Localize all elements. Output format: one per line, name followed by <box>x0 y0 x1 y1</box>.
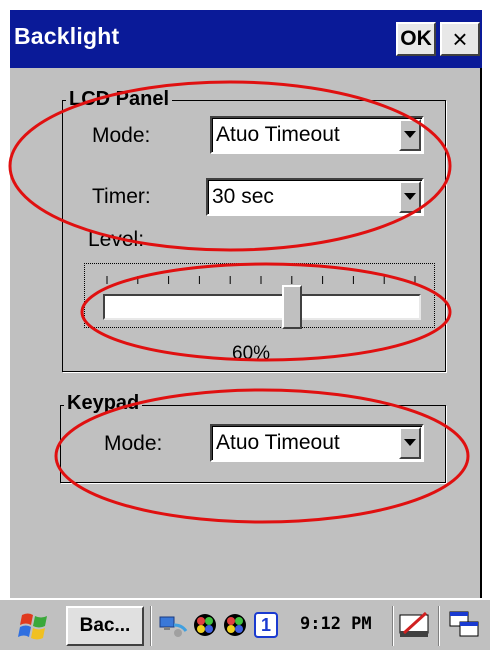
taskbar-separator <box>150 606 152 646</box>
keypad-mode-dropdown[interactable]: Atuo Timeout <box>210 424 424 462</box>
clock[interactable]: 9:12 PM <box>300 614 372 634</box>
taskbar-backlight-button[interactable]: Bac... <box>66 606 144 646</box>
lcd-timer-label: Timer: <box>92 185 151 208</box>
keypad-mode-value: Atuo Timeout <box>216 431 340 454</box>
windows-flag-icon <box>18 613 47 640</box>
input-mode-badge-text: 1 <box>260 614 271 635</box>
lcd-mode-value: Atuo Timeout <box>216 123 340 146</box>
keypad-mode-label: Mode: <box>104 432 163 455</box>
lcd-panel-heading: LCD Panel <box>66 88 173 110</box>
keypad-heading: Keypad <box>64 392 143 414</box>
lcd-mode-label: Mode: <box>92 124 151 147</box>
slider-ticks <box>106 276 416 284</box>
lcd-mode-dropdown[interactable]: Atuo Timeout <box>210 116 424 154</box>
level-percentage: 60% <box>232 343 271 364</box>
input-panel-icon[interactable] <box>398 609 432 641</box>
chevron-down-icon[interactable] <box>399 181 421 213</box>
lcd-timer-dropdown[interactable]: 30 sec <box>206 178 424 216</box>
level-slider[interactable] <box>84 263 435 329</box>
lcd-level-label: Level: <box>88 228 145 251</box>
title-bar: Backlight OK × <box>10 10 482 68</box>
lcd-timer-value: 30 sec <box>212 185 274 208</box>
window-title: Backlight <box>14 23 120 49</box>
input-mode-badge[interactable]: 1 <box>254 612 278 638</box>
screen: Backlight OK × LCD Panel Mode: Atuo Time… <box>0 0 490 650</box>
ok-button[interactable]: OK <box>396 22 436 56</box>
color-wheel-icon[interactable] <box>192 611 218 639</box>
taskbar-separator <box>438 606 440 646</box>
network-icon[interactable] <box>158 611 188 639</box>
slider-thumb[interactable] <box>281 285 302 329</box>
taskbar-separator <box>392 606 394 646</box>
taskbar: Bac... 1 9:12 PM <box>0 598 490 650</box>
chevron-down-icon[interactable] <box>399 427 421 459</box>
start-button[interactable] <box>6 608 62 646</box>
color-wheel-icon[interactable] <box>222 611 248 639</box>
windows-overlap-icon[interactable] <box>448 610 482 640</box>
close-button[interactable]: × <box>440 22 480 56</box>
slider-track[interactable] <box>103 294 421 320</box>
chevron-down-icon[interactable] <box>399 119 421 151</box>
